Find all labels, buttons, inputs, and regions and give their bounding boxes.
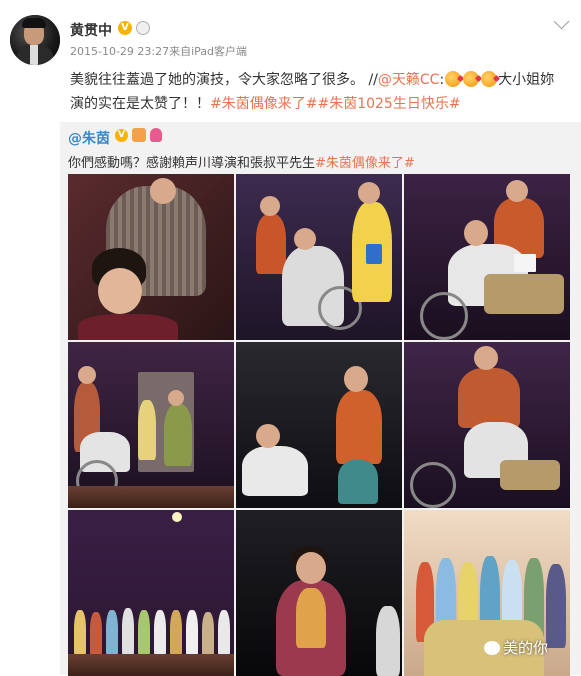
image-thumbnail-9[interactable]: 美的你 [404, 510, 570, 676]
image-thumbnail-5[interactable] [236, 342, 402, 508]
image-thumbnail-6[interactable] [404, 342, 570, 508]
watermark-text: 美的你 [502, 639, 548, 657]
repost-author[interactable]: @朱茵 [68, 128, 110, 148]
repost-text-plain: 你們感動嗎？感謝賴声川導演和張叔平先生 [68, 156, 316, 171]
image-thumbnail-1[interactable] [68, 174, 234, 340]
chevron-down-icon[interactable] [553, 13, 570, 30]
topic-link[interactable]: #朱茵偶像来了# [210, 96, 317, 112]
repost-text: 你們感動嗎？感謝賴声川導演和張叔平先生#朱茵偶像来了# [68, 152, 415, 171]
image-thumbnail-4[interactable] [68, 342, 234, 508]
kiss-emoji-icon [481, 71, 498, 87]
user-avatar[interactable] [10, 15, 60, 65]
image-thumbnail-8[interactable] [236, 510, 402, 676]
post-timestamp: 2015-10-29 23:27来自iPad客户端 [70, 45, 248, 58]
image-thumbnail-3[interactable] [404, 174, 570, 340]
username[interactable]: 黄贯中 [70, 20, 112, 40]
mention-link[interactable]: @天籁CC [378, 72, 440, 88]
vip-verified-icon: V [115, 129, 128, 142]
kiss-emoji-icon [445, 71, 462, 87]
post-text-tail: 大小姐妳 [498, 72, 555, 88]
repost-card[interactable]: @朱茵 V 你們感動嗎？感謝賴声川導演和張叔平先生#朱茵偶像来了# 美的你 [60, 122, 581, 676]
wechat-icon [483, 641, 500, 655]
member-icon [132, 128, 146, 142]
image-thumbnail-2[interactable] [236, 174, 402, 340]
post-text-line2: 演的实在是太赞了！！ [70, 96, 210, 112]
post-content: 美貌往往蓋過了她的演技，令大家忽略了很多。 //@天籁CC: 大小姐妳 演的实在是… [70, 68, 560, 116]
post-text: 美貌往往蓋過了她的演技，令大家忽略了很多。 // [70, 72, 378, 88]
topic-link[interactable]: #朱茵偶像来了# [315, 156, 415, 171]
medal-icon [136, 21, 150, 35]
vip-verified-icon: V [118, 21, 132, 35]
watermark: 美的你 [483, 637, 548, 658]
weibo-post: 黄贯中 V 2015-10-29 23:27来自iPad客户端 美貌往往蓋過了她… [0, 0, 581, 676]
balloon-icon [150, 128, 162, 142]
post-colon: : [439, 72, 445, 88]
image-thumbnail-7[interactable] [68, 510, 234, 676]
kiss-emoji-icon [463, 71, 480, 87]
topic-link[interactable]: #朱茵1025生日快乐# [317, 96, 460, 112]
